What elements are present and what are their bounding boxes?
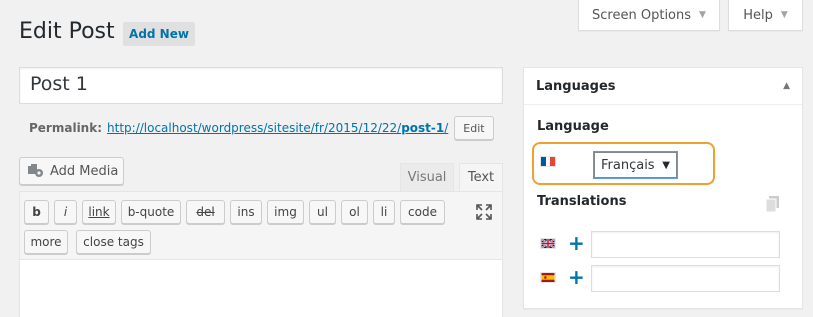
languages-box: Languages ▲ Language Français ▼ Translat…: [523, 67, 803, 309]
languages-box-header[interactable]: Languages ▲: [524, 68, 802, 105]
add-media-label: Add Media: [50, 163, 119, 179]
quicktag-ins-button[interactable]: ins: [230, 200, 262, 224]
collapse-triangle-icon[interactable]: ▲: [783, 81, 790, 91]
language-select[interactable]: Français ▼: [594, 152, 677, 178]
permalink-row: Permalink: http://localhost/wordpress/si…: [29, 116, 494, 140]
help-button[interactable]: Help ▼: [728, 0, 803, 31]
quicktag-bquote-button[interactable]: b-quote: [121, 200, 181, 224]
quicktag-bold-button[interactable]: b: [24, 200, 49, 224]
add-translation-plus-icon[interactable]: +: [568, 267, 585, 287]
language-label: Language: [537, 119, 609, 134]
quicktag-code-button[interactable]: code: [400, 200, 445, 224]
quicktag-italic-button[interactable]: i: [54, 200, 77, 224]
post-title-input[interactable]: Post 1: [19, 67, 503, 104]
media-icon: [28, 164, 43, 177]
quicktag-del-button[interactable]: del: [186, 200, 225, 224]
quicktags-toolbar: b i link b-quote del ins img ul ol li co…: [20, 192, 502, 260]
quicktag-ol-button[interactable]: ol: [341, 200, 368, 224]
permalink-edit-button[interactable]: Edit: [454, 116, 494, 140]
add-translation-plus-icon[interactable]: +: [568, 233, 585, 253]
add-media-button[interactable]: Add Media: [19, 157, 124, 185]
flag-fr-icon: [540, 156, 556, 167]
help-label: Help: [743, 7, 773, 23]
editor-content-area[interactable]: [20, 260, 502, 317]
translation-input-gb[interactable]: [591, 231, 780, 258]
quicktag-link-button[interactable]: link: [82, 200, 116, 224]
screen-options-label: Screen Options: [592, 7, 692, 23]
tab-visual[interactable]: Visual: [400, 163, 454, 191]
flag-gb-icon: [540, 238, 556, 249]
quicktag-img-button[interactable]: img: [267, 200, 304, 224]
screen-options-button[interactable]: Screen Options ▼: [578, 0, 720, 31]
dropdown-caret-icon: ▼: [662, 159, 670, 171]
quicktag-li-button[interactable]: li: [373, 200, 395, 224]
permalink-label: Permalink:: [29, 121, 103, 135]
language-select-value: Français: [601, 157, 655, 173]
add-new-button[interactable]: Add New: [123, 22, 195, 46]
translations-label: Translations: [537, 194, 627, 209]
tab-text[interactable]: Text: [459, 163, 503, 191]
quicktag-more-button[interactable]: more: [24, 230, 68, 254]
chevron-down-icon: ▼: [780, 10, 788, 20]
editor: b i link b-quote del ins img ul ol li co…: [19, 191, 503, 317]
page-title: Edit Post: [19, 19, 115, 44]
chevron-down-icon: ▼: [699, 10, 706, 20]
translation-input-es[interactable]: [591, 265, 780, 292]
languages-box-title: Languages: [536, 78, 616, 94]
flag-es-icon: [540, 272, 556, 283]
fullscreen-expand-icon[interactable]: [475, 203, 493, 221]
quicktag-close-tags-button[interactable]: close tags: [76, 230, 151, 254]
permalink-link[interactable]: http://localhost/wordpress/sitesite/fr/2…: [107, 121, 448, 135]
copy-icon[interactable]: [766, 196, 780, 212]
quicktag-ul-button[interactable]: ul: [309, 200, 336, 224]
